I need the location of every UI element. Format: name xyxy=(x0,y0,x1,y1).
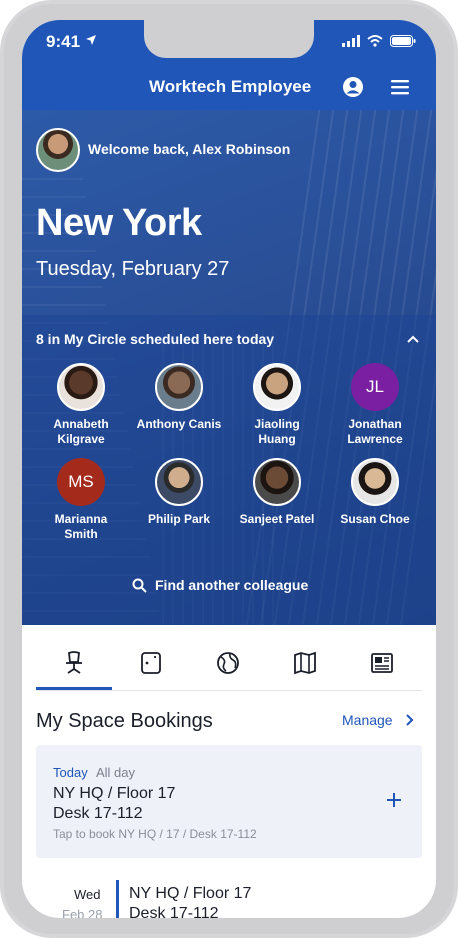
signal-icon xyxy=(342,35,360,47)
colleague-name: Sanjeet Patel xyxy=(239,512,315,526)
device-notch xyxy=(144,20,314,58)
colleague-jiaoling-huang[interactable]: Jiaoling Huang xyxy=(227,363,327,447)
globe-icon xyxy=(217,652,239,674)
chevron-right-icon xyxy=(405,714,414,726)
colleague-susan-choe[interactable]: Susan Choe xyxy=(325,458,425,527)
colleague-name: Susan Choe xyxy=(340,512,410,526)
colleague-initials-avatar: MS xyxy=(57,458,105,506)
user-avatar[interactable] xyxy=(36,128,80,172)
location-arrow-icon xyxy=(86,35,96,45)
my-circle-panel: 8 in My Circle scheduled here today Anna… xyxy=(22,315,436,625)
my-circle-heading: 8 in My Circle scheduled here today xyxy=(36,331,275,347)
next-booking-date: Feb 28 xyxy=(62,907,103,918)
colleague-marianna-smith[interactable]: MS Marianna Smith xyxy=(31,458,131,542)
desk-chair-icon xyxy=(66,651,82,674)
section-title: My Space Bookings xyxy=(36,710,213,732)
booking-time-label: All day xyxy=(96,765,136,780)
colleague-name: Anthony Canis xyxy=(136,417,222,431)
booking-card-today[interactable]: Today All day NY HQ / Floor 17 Desk 17-1… xyxy=(36,745,422,858)
colleague-name: Philip Park xyxy=(147,512,211,526)
booking-desk: Desk 17-112 xyxy=(53,805,143,822)
colleague-name: Annabeth Kilgrave xyxy=(53,417,109,446)
colleague-avatar xyxy=(155,458,203,506)
city-name: New York xyxy=(36,202,202,244)
app-title: Worktech Employee xyxy=(149,77,312,96)
find-colleague-button[interactable]: Find another colleague xyxy=(132,577,308,593)
colleague-avatar xyxy=(57,363,105,411)
colleague-avatar xyxy=(253,363,301,411)
tab-news[interactable] xyxy=(344,650,420,690)
find-colleague-label: Find another colleague xyxy=(155,577,309,593)
hamburger-menu-icon[interactable] xyxy=(390,78,410,96)
app-header: Worktech Employee xyxy=(22,64,436,110)
account-icon[interactable] xyxy=(342,76,364,98)
add-booking-icon[interactable] xyxy=(386,792,402,808)
colleague-initials-avatar: JL xyxy=(351,363,399,411)
colleague-name: Marianna Smith xyxy=(54,512,108,541)
news-icon xyxy=(371,653,393,673)
next-booking-desk: Desk 17-112 xyxy=(129,905,219,918)
manage-label: Manage xyxy=(342,712,393,728)
colleague-name: Jiaoling Huang xyxy=(254,417,300,446)
location-hero: Welcome back, Alex Robinson New York Tue… xyxy=(22,110,436,625)
manage-bookings-link[interactable]: Manage xyxy=(342,712,414,728)
colleague-philip-park[interactable]: Philip Park xyxy=(129,458,229,527)
status-time: 9:41 xyxy=(46,32,81,51)
room-door-icon xyxy=(141,652,161,674)
tab-desks[interactable] xyxy=(36,650,112,690)
app-screen: 9:41 Worktech Employee Welcome back, Ale… xyxy=(22,20,436,918)
battery-icon xyxy=(390,35,416,47)
colleague-annabeth-kilgrave[interactable]: Annabeth Kilgrave xyxy=(31,363,131,447)
next-booking-location: NY HQ / Floor 17 xyxy=(129,885,252,902)
chevron-up-icon[interactable] xyxy=(406,334,420,344)
tab-explore[interactable] xyxy=(190,650,266,690)
colleague-sanjeet-patel[interactable]: Sanjeet Patel xyxy=(227,458,327,527)
map-icon xyxy=(294,651,316,675)
booking-accent-bar xyxy=(116,880,119,918)
booking-location: NY HQ / Floor 17 xyxy=(53,785,176,802)
search-icon xyxy=(132,578,147,593)
current-date: Tuesday, February 27 xyxy=(36,258,230,280)
status-icons xyxy=(342,35,416,47)
colleague-anthony-canis[interactable]: Anthony Canis xyxy=(129,363,229,432)
wifi-icon xyxy=(367,35,383,47)
next-booking-weekday: Wed xyxy=(74,887,101,902)
colleague-jonathan-lawrence[interactable]: JL Jonathan Lawrence xyxy=(325,363,425,447)
booking-hint: Tap to book NY HQ / 17 / Desk 17-112 xyxy=(53,827,257,841)
colleague-name: Jonathan Lawrence xyxy=(347,417,403,446)
colleague-avatar xyxy=(155,363,203,411)
colleague-avatar xyxy=(351,458,399,506)
tab-rooms[interactable] xyxy=(113,650,189,690)
colleague-avatar xyxy=(253,458,301,506)
welcome-message: Welcome back, Alex Robinson xyxy=(88,141,291,157)
feature-tab-bar xyxy=(36,642,422,691)
booking-day-label: Today xyxy=(53,765,88,780)
tab-maps[interactable] xyxy=(267,650,343,690)
